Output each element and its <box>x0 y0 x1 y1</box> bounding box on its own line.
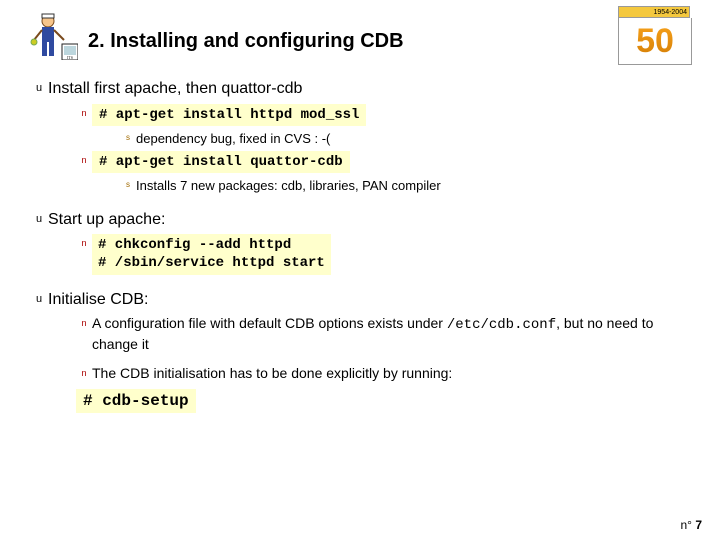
paragraph: n The CDB initialisation has to be done … <box>76 364 690 383</box>
code: # apt-get install quattor-cdb <box>92 151 350 173</box>
bullet-install: u Install first apache, then quattor-cdb <box>30 78 690 100</box>
page-prefix: n° <box>680 518 691 532</box>
anniversary-logo: 1954-2004 50 <box>618 6 690 68</box>
code-block: # cdb-setup <box>76 389 690 413</box>
bullet-icon: u <box>30 78 48 98</box>
bullet-text: Start up apache: <box>48 209 165 231</box>
code-block: n # chkconfig --add httpd # /sbin/servic… <box>76 234 690 274</box>
bullet-start-apache: u Start up apache: <box>30 209 690 231</box>
paragraph: n A configuration file with default CDB … <box>76 314 690 354</box>
bullet-text: Install first apache, then quattor-cdb <box>48 78 302 100</box>
code: # chkconfig --add httpd # /sbin/service … <box>92 234 331 274</box>
bullet-icon: n <box>76 364 92 382</box>
bullet-icon: u <box>30 289 48 309</box>
paragraph-text: A configuration file with default CDB op… <box>92 314 690 354</box>
text-part: A configuration file with default CDB op… <box>92 315 447 331</box>
code-line: n # apt-get install httpd mod_ssl <box>76 104 690 126</box>
header: ITS 2. Installing and configuring CDB 19… <box>30 10 690 68</box>
code: # cdb-setup <box>76 389 196 413</box>
logo-number: 50 <box>636 24 674 58</box>
bullet-icon: n <box>76 314 92 332</box>
bullet-icon: u <box>30 209 48 229</box>
page-number: 7 <box>695 518 702 532</box>
sub-note: s Installs 7 new packages: cdb, librarie… <box>120 177 690 195</box>
logo-year: 1954-2004 <box>618 6 690 18</box>
mascot-icon: ITS <box>30 10 78 60</box>
bullet-icon: s <box>120 177 136 193</box>
bullet-icon: s <box>120 130 136 146</box>
bullet-icon: n <box>76 104 92 122</box>
code-line: n # apt-get install quattor-cdb <box>76 151 690 173</box>
content: u Install first apache, then quattor-cdb… <box>30 78 690 413</box>
sub-note: s dependency bug, fixed in CVS : -( <box>120 130 690 148</box>
bullet-text: Initialise CDB: <box>48 289 148 311</box>
code: # apt-get install httpd mod_ssl <box>92 104 366 126</box>
bullet-icon: n <box>76 151 92 169</box>
bullet-init-cdb: u Initialise CDB: <box>30 289 690 311</box>
svg-text:ITS: ITS <box>67 55 73 60</box>
note-text: dependency bug, fixed in CVS : -( <box>136 130 330 148</box>
paragraph-text: The CDB initialisation has to be done ex… <box>92 364 452 383</box>
slide-title: 2. Installing and configuring CDB <box>88 30 610 53</box>
page-footer: n° 7 <box>680 518 702 532</box>
slide: ITS 2. Installing and configuring CDB 19… <box>0 0 720 540</box>
bullet-icon: n <box>76 234 92 252</box>
note-text: Installs 7 new packages: cdb, libraries,… <box>136 177 441 195</box>
inline-code: /etc/cdb.conf <box>447 317 556 333</box>
